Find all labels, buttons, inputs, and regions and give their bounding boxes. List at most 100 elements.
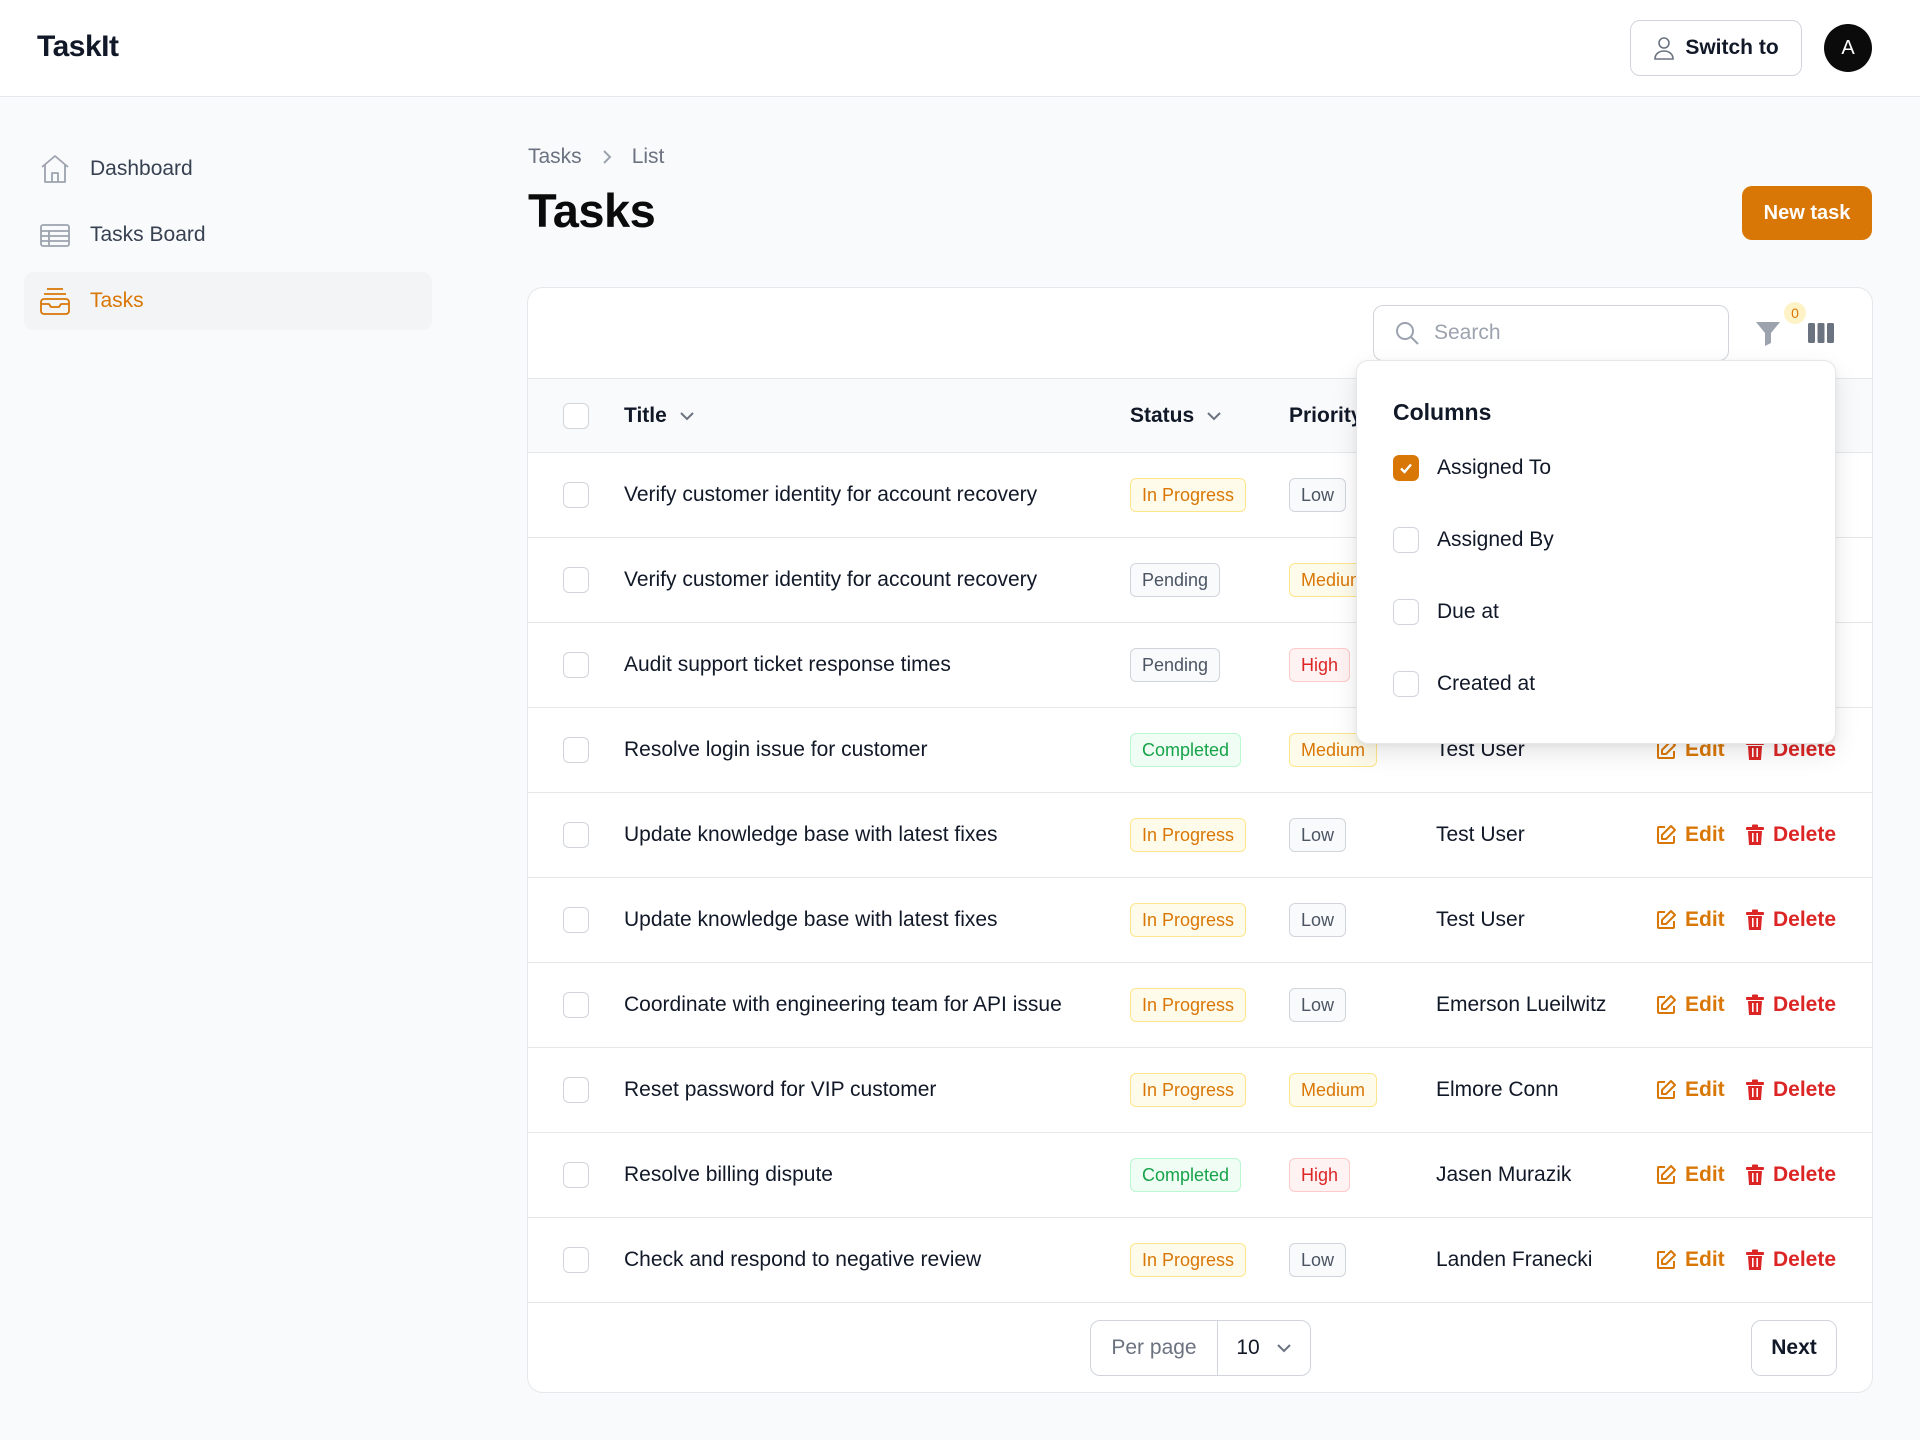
edit-button[interactable]: Edit bbox=[1655, 1078, 1725, 1102]
column-header-title-label: Title bbox=[624, 403, 667, 427]
delete-button[interactable]: Delete bbox=[1745, 908, 1836, 932]
task-title[interactable]: Resolve login issue for customer bbox=[624, 738, 927, 762]
status-badge: Completed bbox=[1130, 733, 1242, 767]
edit-label: Edit bbox=[1685, 1248, 1725, 1271]
column-toggle-checkbox[interactable] bbox=[1393, 455, 1419, 481]
row-checkbox[interactable] bbox=[563, 907, 589, 933]
breadcrumb-tasks[interactable]: Tasks bbox=[528, 145, 582, 169]
column-toggle-label: Assigned By bbox=[1437, 528, 1554, 551]
task-title[interactable]: Coordinate with engineering team for API… bbox=[624, 993, 1062, 1017]
edit-button[interactable]: Edit bbox=[1655, 993, 1725, 1017]
column-toggle-checkbox[interactable] bbox=[1393, 599, 1419, 625]
column-toggle-item[interactable]: Created at bbox=[1393, 671, 1535, 697]
assignee-name: Landen Franecki bbox=[1436, 1248, 1593, 1271]
task-title[interactable]: Verify customer identity for account rec… bbox=[624, 483, 1037, 507]
trash-icon bbox=[1746, 909, 1764, 930]
sidebar-item-dashboard[interactable]: Dashboard bbox=[24, 140, 432, 198]
edit-button[interactable]: Edit bbox=[1655, 1248, 1725, 1272]
search-box[interactable] bbox=[1373, 305, 1729, 361]
table-row[interactable]: Coordinate with engineering team for API… bbox=[528, 963, 1872, 1048]
table-row[interactable]: Update knowledge base with latest fixes I… bbox=[528, 878, 1872, 963]
edit-icon bbox=[1657, 910, 1676, 929]
switch-to-button[interactable]: Switch to bbox=[1630, 20, 1802, 76]
row-checkbox[interactable] bbox=[563, 1162, 589, 1188]
column-toggle-checkbox[interactable] bbox=[1393, 671, 1419, 697]
table-row[interactable]: Update knowledge base with latest fixes I… bbox=[528, 793, 1872, 878]
column-header-priority[interactable]: Priority bbox=[1289, 404, 1363, 428]
task-title[interactable]: Audit support ticket response times bbox=[624, 653, 951, 677]
task-title[interactable]: Resolve billing dispute bbox=[624, 1163, 833, 1187]
table-row[interactable]: Check and respond to negative review In P… bbox=[528, 1218, 1872, 1303]
edit-button[interactable]: Edit bbox=[1655, 908, 1725, 932]
column-toggle-item[interactable]: Assigned By bbox=[1393, 527, 1554, 553]
task-title[interactable]: Update knowledge base with latest fixes bbox=[624, 908, 998, 932]
table-row[interactable]: Resolve billing dispute Completed High Jase… bbox=[528, 1133, 1872, 1218]
new-task-button[interactable]: New task bbox=[1742, 186, 1872, 240]
column-toggle-label: Created at bbox=[1437, 672, 1536, 695]
trash-icon bbox=[1746, 1079, 1764, 1100]
breadcrumb-list: List bbox=[631, 145, 665, 168]
per-page-label: Per page bbox=[1091, 1321, 1218, 1375]
per-page-value: 10 bbox=[1236, 1336, 1260, 1359]
status-badge: Completed bbox=[1130, 1158, 1242, 1192]
task-title[interactable]: Reset password for VIP customer bbox=[624, 1078, 936, 1102]
task-title[interactable]: Update knowledge base with latest fixes bbox=[624, 823, 998, 847]
row-checkbox[interactable] bbox=[563, 822, 589, 848]
task-title[interactable]: Verify customer identity for account rec… bbox=[624, 568, 1037, 592]
row-checkbox[interactable] bbox=[563, 652, 589, 678]
column-header-title[interactable]: Title bbox=[624, 404, 695, 428]
assignee-name: Test User bbox=[1436, 908, 1525, 931]
delete-button[interactable]: Delete bbox=[1745, 823, 1836, 847]
home-icon bbox=[41, 155, 69, 183]
edit-icon bbox=[1657, 1250, 1676, 1269]
status-badge: Pending bbox=[1130, 648, 1221, 682]
next-page-button[interactable]: Next bbox=[1751, 1320, 1837, 1376]
edit-label: Edit bbox=[1685, 908, 1725, 931]
row-checkbox[interactable] bbox=[563, 567, 589, 593]
column-toggle-item[interactable]: Due at bbox=[1393, 599, 1499, 625]
delete-button[interactable]: Delete bbox=[1745, 1163, 1836, 1187]
delete-label: Delete bbox=[1773, 1248, 1837, 1271]
row-checkbox[interactable] bbox=[563, 1247, 589, 1273]
table-row[interactable]: Reset password for VIP customer In Progre… bbox=[528, 1048, 1872, 1133]
priority-badge: High bbox=[1289, 648, 1351, 682]
chevron-down-icon bbox=[1207, 411, 1221, 420]
sidebar-item-tasks[interactable]: Tasks bbox=[24, 272, 432, 330]
per-page-select[interactable]: Per page 10 bbox=[1090, 1320, 1311, 1376]
filter-icon[interactable] bbox=[1753, 318, 1783, 348]
delete-label: Delete bbox=[1773, 823, 1837, 846]
row-checkbox[interactable] bbox=[563, 737, 589, 763]
column-toggle-checkbox[interactable] bbox=[1393, 527, 1419, 553]
columns-icon[interactable] bbox=[1806, 318, 1836, 348]
delete-button[interactable]: Delete bbox=[1745, 993, 1836, 1017]
status-badge: In Progress bbox=[1130, 478, 1247, 512]
edit-button[interactable]: Edit bbox=[1655, 1163, 1725, 1187]
column-header-status[interactable]: Status bbox=[1130, 404, 1222, 428]
check-icon bbox=[1400, 463, 1412, 474]
trash-icon bbox=[1746, 994, 1764, 1015]
select-all-checkbox[interactable] bbox=[563, 402, 589, 429]
edit-button[interactable]: Edit bbox=[1655, 823, 1725, 847]
columns-dropdown-title: Columns bbox=[1393, 399, 1492, 425]
avatar[interactable]: A bbox=[1824, 24, 1872, 72]
task-title[interactable]: Check and respond to negative review bbox=[624, 1248, 981, 1272]
chevron-down-icon bbox=[1276, 1344, 1291, 1353]
sidebar-item-tasks-board[interactable]: Tasks Board bbox=[24, 206, 432, 264]
user-icon bbox=[1654, 37, 1675, 60]
column-toggle-item[interactable]: Assigned To bbox=[1393, 455, 1551, 481]
status-badge: In Progress bbox=[1130, 818, 1247, 852]
breadcrumb: Tasks List bbox=[528, 145, 664, 169]
search-input[interactable] bbox=[1434, 321, 1704, 345]
brand-logo[interactable]: TaskIt bbox=[37, 30, 119, 64]
delete-button[interactable]: Delete bbox=[1745, 1078, 1836, 1102]
sidebar-item-label: Dashboard bbox=[90, 157, 193, 180]
column-toggle-label: Due at bbox=[1437, 600, 1499, 623]
delete-button[interactable]: Delete bbox=[1745, 1248, 1836, 1272]
trash-icon bbox=[1746, 824, 1764, 845]
priority-badge: Low bbox=[1289, 988, 1347, 1022]
row-checkbox[interactable] bbox=[563, 482, 589, 508]
row-checkbox[interactable] bbox=[563, 1077, 589, 1103]
sidebar-item-label: Tasks Board bbox=[90, 223, 206, 246]
assignee-name: Emerson Lueilwitz bbox=[1436, 993, 1607, 1016]
row-checkbox[interactable] bbox=[563, 992, 589, 1018]
